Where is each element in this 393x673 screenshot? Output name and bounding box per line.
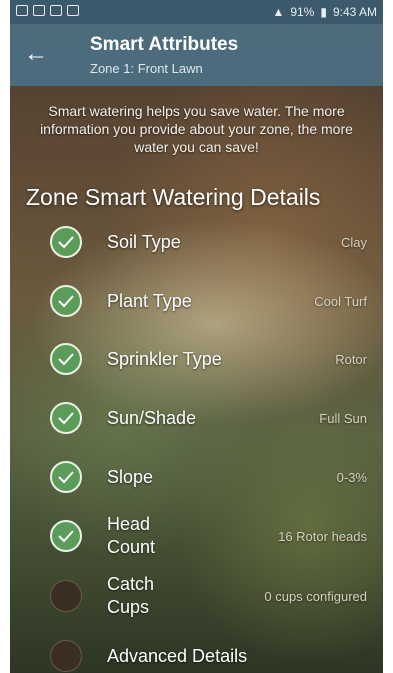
- attribute-label-line1: Catch: [107, 574, 155, 594]
- attribute-value: 0-3%: [336, 470, 367, 485]
- attribute-value: Cool Turf: [314, 294, 367, 309]
- attribute-label-line1: Head: [107, 514, 151, 534]
- check-circle-icon: [50, 226, 82, 258]
- check-circle-icon: [50, 520, 82, 552]
- attribute-label: Advanced Details: [107, 646, 248, 666]
- check-circle-icon: [50, 402, 82, 434]
- attribute-label: Slope: [107, 467, 154, 487]
- page-title: Smart Attributes: [90, 34, 239, 55]
- attribute-row-catch-cups[interactable]: Catch Cups 0 cups configured: [10, 574, 383, 630]
- clock: 9:43 AM: [332, 5, 377, 19]
- incomplete-circle-icon: [50, 580, 82, 612]
- attribute-row-plant-type[interactable]: Plant Type Cool Turf: [10, 285, 383, 335]
- check-circle-icon: [50, 343, 82, 375]
- attribute-row-slope[interactable]: Slope 0-3%: [10, 461, 383, 511]
- notification-icons: [16, 5, 79, 16]
- status-bar: ▲ 91% ▮ 9:43 AM: [10, 0, 383, 24]
- battery-level: 91%: [290, 5, 315, 19]
- notification-icon: [67, 5, 79, 16]
- intro-text: Smart watering helps you save water. The…: [40, 103, 353, 155]
- attribute-row-sun-shade[interactable]: Sun/Shade Full Sun: [10, 402, 383, 452]
- phone-screen: ▲ 91% ▮ 9:43 AM ← Smart Attributes Zone …: [10, 0, 383, 673]
- attribute-value: 16 Rotor heads: [278, 529, 367, 544]
- attribute-value: Full Sun: [319, 411, 367, 426]
- attribute-value: Rotor: [335, 352, 367, 367]
- notification-icon: [16, 5, 28, 16]
- arrow-left-icon[interactable]: ←: [24, 40, 52, 68]
- attribute-row-soil-type[interactable]: Soil Type Clay: [10, 226, 383, 276]
- check-circle-icon: [50, 461, 82, 493]
- check-circle-icon: [50, 285, 82, 317]
- attribute-row-sprinkler-type[interactable]: Sprinkler Type Rotor: [10, 343, 383, 393]
- attribute-row-head-count[interactable]: Head Count 16 Rotor heads: [10, 514, 383, 570]
- attribute-label: Soil Type: [107, 232, 181, 252]
- app-bar: ← Smart Attributes Zone 1: Front Lawn: [10, 24, 383, 86]
- notification-icon: [33, 5, 45, 16]
- attribute-row-advanced-details[interactable]: Advanced Details: [10, 640, 383, 673]
- battery-icon: ▮: [320, 5, 327, 19]
- attribute-label-line2: Count: [107, 537, 156, 557]
- incomplete-circle-icon: [50, 640, 82, 672]
- notification-icon: [50, 5, 62, 16]
- attribute-label: Plant Type: [107, 291, 192, 311]
- signal-icon: ▲: [272, 5, 285, 19]
- attribute-label: Sprinkler Type: [107, 349, 222, 369]
- attribute-label-line2: Cups: [107, 597, 150, 617]
- attribute-value: 0 cups configured: [264, 589, 367, 604]
- attribute-label: Sun/Shade: [107, 408, 197, 428]
- status-right: ▲ 91% ▮ 9:43 AM: [272, 5, 377, 19]
- section-title: Zone Smart Watering Details: [26, 184, 321, 210]
- attribute-value: Clay: [340, 235, 367, 250]
- page-subtitle: Zone 1: Front Lawn: [90, 61, 203, 76]
